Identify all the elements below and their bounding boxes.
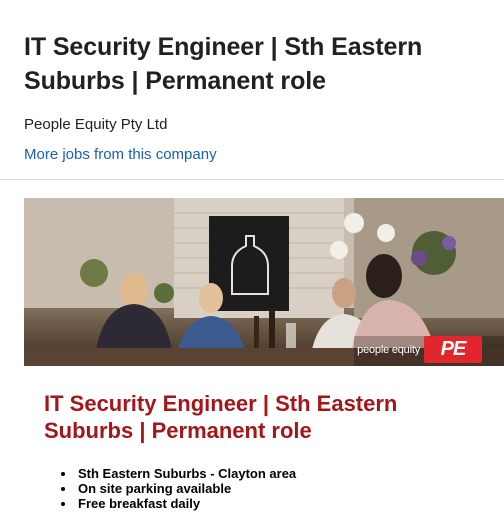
logo-text: PE bbox=[440, 338, 467, 360]
job-title: IT Security Engineer | Sth Eastern Subur… bbox=[24, 33, 423, 95]
benefits-list: Sth Eastern Suburbs - Clayton area On si… bbox=[76, 466, 484, 511]
list-item: Free breakfast daily bbox=[76, 496, 484, 511]
list-item: On site parking available bbox=[76, 481, 484, 496]
company-name: People Equity Pty Ltd bbox=[24, 116, 168, 133]
job-header: IT Security Engineer | Sth Eastern Subur… bbox=[0, 0, 504, 165]
company-logo: PE bbox=[424, 336, 482, 363]
list-item: Sth Eastern Suburbs - Clayton area bbox=[76, 466, 484, 481]
description-title: IT Security Engineer | Sth Eastern Subur… bbox=[44, 391, 398, 443]
job-description: IT Security Engineer | Sth Eastern Subur… bbox=[44, 390, 484, 511]
brand-name: people equity bbox=[357, 344, 420, 356]
more-jobs-link[interactable]: More jobs from this company bbox=[24, 145, 217, 165]
company-banner-image: people equity PE bbox=[24, 198, 504, 366]
header-divider bbox=[0, 179, 504, 180]
